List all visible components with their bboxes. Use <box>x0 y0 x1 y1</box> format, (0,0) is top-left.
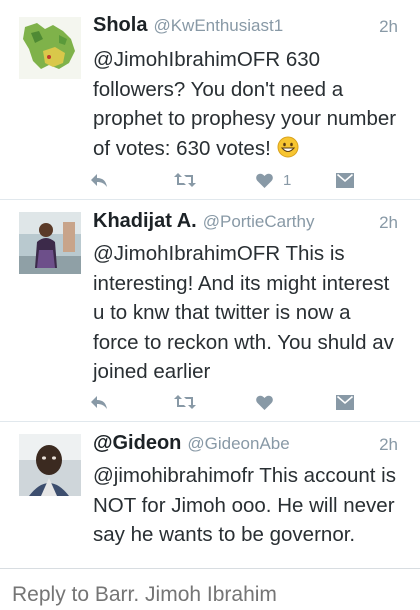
tweet-text: @JimohIbrahimOFR 630 followers? You don'… <box>93 48 397 160</box>
retweet-button[interactable] <box>174 390 196 414</box>
envelope-icon <box>336 394 354 410</box>
reply-bar <box>0 568 420 610</box>
reply-icon <box>91 174 107 187</box>
tweet-timeline: Shola @KwEnthusiast1 2h @JimohIbrahimOFR … <box>0 0 420 568</box>
author-name[interactable]: Shola <box>93 14 147 36</box>
envelope-icon <box>336 172 354 188</box>
tweet-timestamp: 2h <box>379 17 398 36</box>
tweet-header: Shola @KwEnthusiast1 2h <box>93 14 398 44</box>
direct-message-button[interactable] <box>336 168 354 192</box>
direct-message-button[interactable] <box>336 390 354 414</box>
tweet-header: @Gideon @GideonAbe 2h <box>93 432 398 462</box>
author-name[interactable]: @Gideon <box>93 432 181 454</box>
reply-icon <box>91 396 107 409</box>
grinning-face-emoji-icon <box>277 136 299 157</box>
reply-input[interactable] <box>12 583 408 607</box>
reply-button[interactable] <box>90 390 108 414</box>
tweet-text-container: @JimohIbrahimOFR 630 followers? You don'… <box>93 45 398 163</box>
map-avatar-icon <box>19 17 81 79</box>
reply-button[interactable] <box>90 168 108 192</box>
author-name[interactable]: Khadijat A. <box>93 210 197 232</box>
tweet-timestamp: 2h <box>379 213 398 232</box>
retweet-icon <box>174 173 196 187</box>
avatar[interactable] <box>19 212 81 274</box>
author-handle[interactable]: @KwEnthusiast1 <box>153 16 283 35</box>
favorite-count: 1 <box>283 171 292 189</box>
retweet-icon <box>174 395 196 409</box>
tweet-timestamp: 2h <box>379 435 398 454</box>
tweet-actions: 1 <box>90 168 360 192</box>
retweet-button[interactable] <box>174 168 196 192</box>
avatar[interactable] <box>19 434 81 496</box>
favorite-button[interactable]: 1 <box>256 168 291 192</box>
tweet-header: Khadijat A. @PortieCarthy 2h <box>93 210 398 240</box>
woman-photo-icon <box>19 212 81 274</box>
heart-icon <box>256 395 273 410</box>
tweet-text: @jimohibrahimofr This account is NOT for… <box>93 464 396 546</box>
favorite-button[interactable] <box>256 390 273 414</box>
tweet-text: @JimohIbrahimOFR This is interesting! An… <box>93 242 394 383</box>
avatar[interactable] <box>19 17 81 79</box>
tweet-actions <box>90 390 360 414</box>
heart-icon <box>256 173 273 188</box>
author-handle[interactable]: @GideonAbe <box>187 434 289 453</box>
man-photo-icon <box>19 434 81 496</box>
author-handle[interactable]: @PortieCarthy <box>203 212 315 231</box>
